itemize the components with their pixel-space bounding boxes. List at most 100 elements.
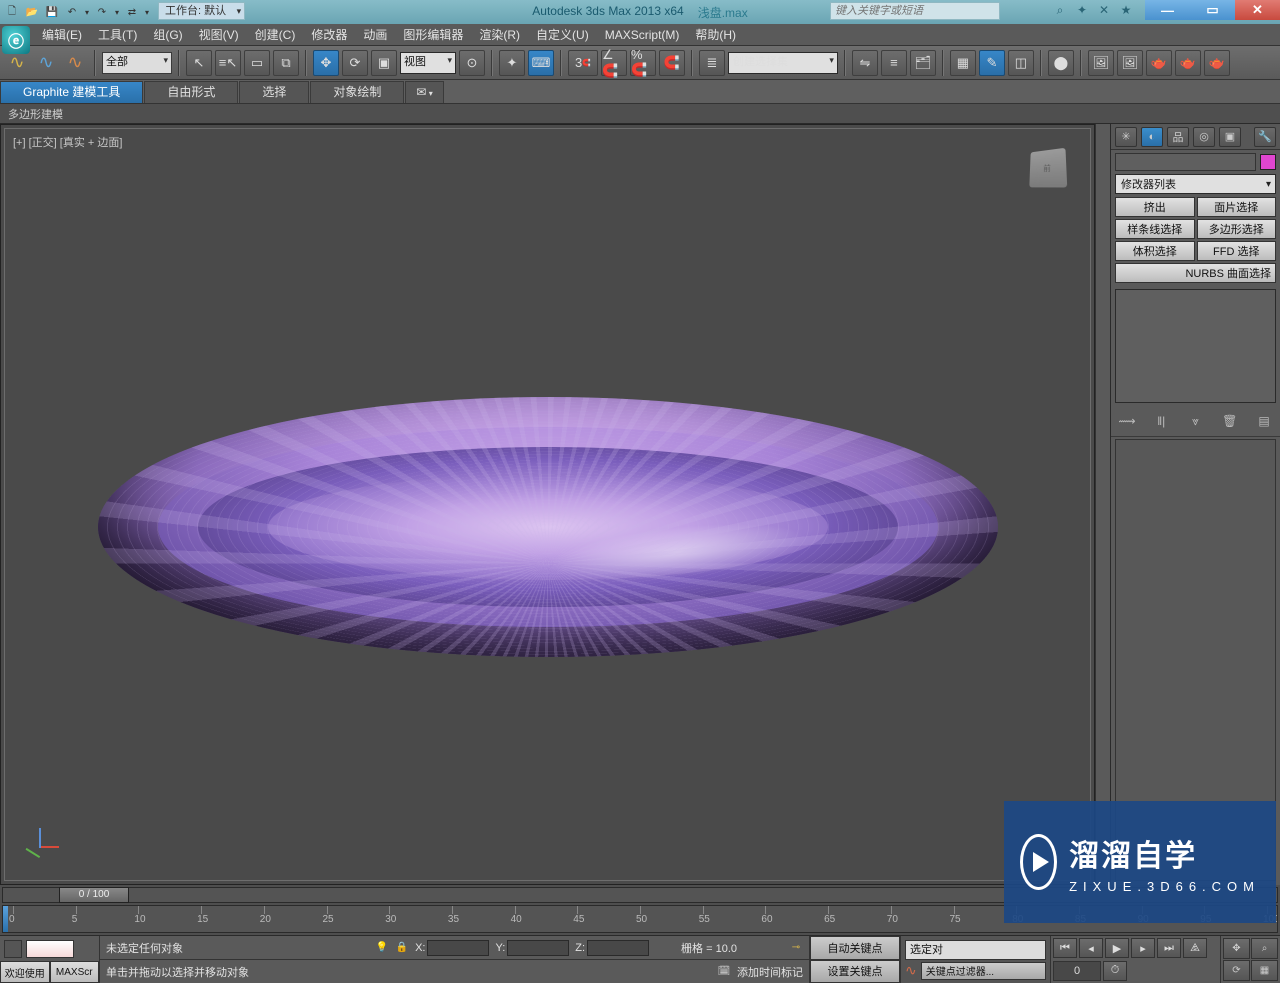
graphite-button[interactable]: ▦	[950, 50, 976, 76]
modifier-list-combo[interactable]: 修改器列表	[1115, 174, 1276, 194]
maximize-vp-icon[interactable]: ▦	[1251, 960, 1278, 981]
key-filters-button[interactable]: 关键点过滤器...	[921, 962, 1046, 980]
maxscript-button[interactable]: MAXScr	[50, 961, 100, 983]
render-setup-button[interactable]: 🖼	[1088, 50, 1114, 76]
tab-create-icon[interactable]: ✳	[1115, 127, 1137, 147]
auto-key-button[interactable]: 自动关键点	[810, 936, 900, 960]
ribbon-tab-graphite[interactable]: Graphite 建模工具	[0, 81, 143, 103]
menu-help[interactable]: 帮助(H)	[687, 24, 744, 46]
favorite-icon[interactable]: ★	[1118, 2, 1134, 18]
app-menu-icon[interactable]: ⓔ	[2, 26, 30, 54]
link-icon[interactable]: ⇄	[122, 2, 142, 22]
make-unique-icon[interactable]: ⩔	[1186, 412, 1206, 430]
menu-modifiers[interactable]: 修改器	[303, 24, 355, 46]
bind-space-warp-icon[interactable]: ∿	[62, 50, 88, 76]
snaps-3d-button[interactable]: 3🧲	[568, 50, 598, 76]
save-icon[interactable]: 💾	[42, 2, 62, 22]
lock-icon[interactable]: 🔒	[395, 941, 409, 955]
render-frame-button[interactable]: 🖼	[1117, 50, 1143, 76]
goto-end-icon[interactable]: ⏭	[1157, 938, 1181, 958]
time-tag-icon[interactable]: 🗓	[717, 965, 731, 979]
pin-stack-icon[interactable]: ⟿	[1117, 412, 1137, 430]
window-cross-button[interactable]: ⧉	[273, 50, 299, 76]
modifier-stack[interactable]	[1115, 289, 1276, 403]
redo-icon[interactable]: ↷	[92, 2, 112, 22]
ribbon-tab-selection[interactable]: 选择	[239, 81, 309, 103]
mini-listener[interactable]	[26, 940, 74, 958]
maximize-button[interactable]: ▭	[1190, 0, 1235, 20]
menu-group[interactable]: 组(G)	[145, 24, 190, 46]
select-button[interactable]: ↖	[186, 50, 212, 76]
set-key-button[interactable]: 设置关键点	[810, 960, 900, 983]
menu-tools[interactable]: 工具(T)	[90, 24, 145, 46]
ribbon-panel[interactable]: 多边形建模	[0, 104, 1280, 124]
ribbon-tab-paint[interactable]: 对象绘制	[310, 81, 404, 103]
viewport-scrollbar[interactable]	[1095, 124, 1110, 885]
key-mode-icon[interactable]: ⧌	[1183, 938, 1207, 958]
tab-modify-icon[interactable]: ◐	[1141, 127, 1163, 147]
rollout-area[interactable]	[1115, 439, 1276, 881]
render-iter-button[interactable]: 🫖	[1175, 50, 1201, 76]
named-sets-button[interactable]: ≣	[699, 50, 725, 76]
key-wave-icon[interactable]: ∿	[905, 962, 917, 979]
object-name-input[interactable]	[1115, 153, 1256, 171]
use-center-button[interactable]: ⊙	[459, 50, 485, 76]
select-rect-button[interactable]: ▭	[244, 50, 270, 76]
coord-x-input[interactable]	[427, 940, 489, 956]
add-time-tag[interactable]: 添加时间标记	[737, 964, 803, 980]
scale-button[interactable]: ▣	[371, 50, 397, 76]
lock-selection-icon[interactable]: 💡	[375, 941, 389, 955]
undo-drop-icon[interactable]: ▾	[82, 2, 92, 22]
search-input[interactable]	[830, 2, 1000, 20]
mod-btn-patchsel[interactable]: 面片选择	[1197, 197, 1277, 217]
filter-combo[interactable]: 全部	[102, 52, 172, 74]
spinner-snap-button[interactable]: 🧲	[659, 50, 685, 76]
selected-combo[interactable]: 选定对	[905, 940, 1046, 960]
mod-btn-ffdsel[interactable]: FFD 选择	[1197, 241, 1277, 261]
goto-start-icon[interactable]: ⏮	[1053, 938, 1077, 958]
script-icon[interactable]	[4, 940, 22, 958]
time-ruler[interactable]: 0510152025303540455055606570758085909510…	[2, 905, 1278, 933]
play-icon[interactable]: ▶	[1105, 938, 1129, 958]
ribbon-tab-freeform[interactable]: 自由形式	[144, 81, 238, 103]
current-frame-input[interactable]: 0	[1053, 961, 1101, 981]
layer-button[interactable]: 🗂	[910, 50, 936, 76]
menu-maxscript[interactable]: MAXScript(M)	[597, 24, 688, 46]
viewport[interactable]: [+] [正交] [真实 + 边面] 前	[4, 128, 1091, 881]
next-frame-icon[interactable]: ▸	[1131, 938, 1155, 958]
menu-create[interactable]: 创建(C)	[247, 24, 304, 46]
undo-icon[interactable]: ↶	[62, 2, 82, 22]
time-config-icon[interactable]: ⏱	[1103, 961, 1127, 981]
tab-utilities-icon[interactable]: 🔧	[1254, 127, 1276, 147]
refcoord-combo[interactable]: 视图	[400, 52, 456, 74]
tab-motion-icon[interactable]: ◎	[1193, 127, 1215, 147]
prev-frame-icon[interactable]: ◂	[1079, 938, 1103, 958]
tab-display-icon[interactable]: ▣	[1219, 127, 1241, 147]
minimize-button[interactable]: —	[1145, 0, 1190, 20]
move-button[interactable]: ✥	[313, 50, 339, 76]
named-sel-combo[interactable]: 创建选择集	[728, 52, 838, 74]
pan-icon[interactable]: ✥	[1223, 938, 1250, 959]
select-name-button[interactable]: ≡↖	[215, 50, 241, 76]
menu-animation[interactable]: 动画	[355, 24, 395, 46]
coord-y-input[interactable]	[507, 940, 569, 956]
exchange-icon[interactable]: ✕	[1096, 2, 1112, 18]
mirror-button[interactable]: ⇋	[852, 50, 878, 76]
zoom-ext-icon[interactable]: ⌕	[1251, 938, 1278, 959]
workspace-selector[interactable]: 工作台: 默认	[158, 2, 245, 20]
close-button[interactable]: ✕	[1235, 0, 1280, 20]
coord-z-input[interactable]	[587, 940, 649, 956]
show-end-icon[interactable]: ‖|	[1151, 412, 1171, 430]
render-button[interactable]: 🫖	[1146, 50, 1172, 76]
menu-grapheditors[interactable]: 图形编辑器	[395, 24, 471, 46]
menu-rendering[interactable]: 渲染(R)	[471, 24, 528, 46]
open-icon[interactable]: 📂	[22, 2, 42, 22]
material-editor-button[interactable]: ⬤	[1048, 50, 1074, 76]
curve-editor-button[interactable]: ✎	[979, 50, 1005, 76]
infocenter-icon[interactable]: ⌕	[1052, 2, 1068, 18]
schematic-button[interactable]: ◫	[1008, 50, 1034, 76]
menu-views[interactable]: 视图(V)	[191, 24, 247, 46]
render-prod-button[interactable]: 🫖	[1204, 50, 1230, 76]
time-slider-track[interactable]: 0 / 100	[2, 887, 1278, 903]
key-icon[interactable]: ⊸	[789, 941, 803, 955]
